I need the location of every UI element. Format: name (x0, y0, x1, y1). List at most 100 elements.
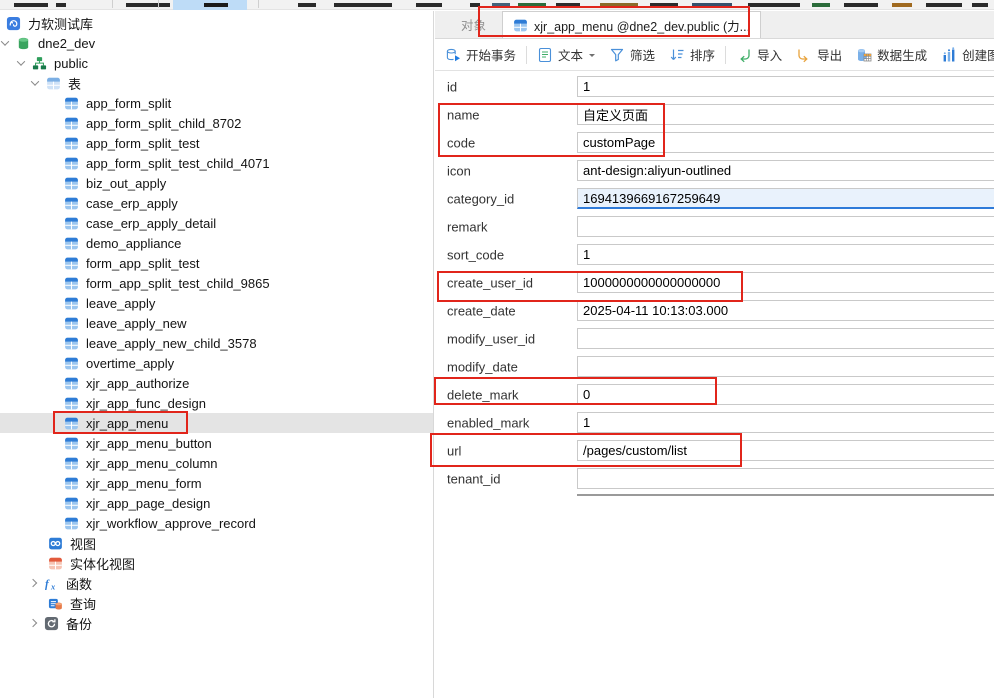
field-label: create_date (447, 304, 516, 319)
tree-views[interactable]: 视图 (0, 533, 433, 553)
tree-table-item[interactable]: xjr_app_menu_button (0, 433, 433, 453)
record-form-view: id 1 name 自定义页面 code customPage icon ant… (435, 73, 994, 496)
database-icon (16, 36, 31, 51)
field-row-tenant-id: tenant_id (435, 465, 994, 493)
toolbar-fragment (972, 3, 988, 7)
field-value-create-user-id[interactable]: 1000000000000000000 (577, 272, 994, 293)
table-icon (64, 316, 79, 331)
export-button[interactable]: 导出 (789, 42, 849, 68)
tree-table-item[interactable]: case_erp_apply_detail (0, 213, 433, 233)
field-row-code: code customPage (435, 129, 994, 157)
table-icon (64, 116, 79, 131)
toolbar-fragment (518, 3, 546, 7)
field-value-category-id[interactable]: 1694139669167259649 (577, 188, 994, 209)
tree-table-item[interactable]: leave_apply_new (0, 313, 433, 333)
table-name: leave_apply_new_child_3578 (86, 336, 257, 351)
tree-tables-folder[interactable]: 表 (0, 73, 433, 93)
field-value-tenant-id[interactable] (577, 468, 994, 489)
dropdown-caret-icon[interactable] (589, 54, 595, 60)
data-generation-button[interactable]: 数据生成 (849, 42, 934, 68)
tree-table-item[interactable]: xjr_app_page_design (0, 493, 433, 513)
sort-button[interactable]: 排序 (662, 42, 722, 68)
table-name: xjr_workflow_approve_record (86, 516, 256, 531)
create-chart-button[interactable]: 创建图表 (934, 42, 994, 68)
tree-table-item[interactable]: xjr_app_menu_column (0, 453, 433, 473)
toolbar-fragment (926, 3, 962, 7)
field-value-modify-date[interactable] (577, 356, 994, 377)
transaction-icon (445, 47, 461, 63)
toolbar-fragment (812, 3, 830, 7)
field-value-modify-user-id[interactable] (577, 328, 994, 349)
tree-functions[interactable]: 函数 (0, 573, 433, 593)
tab-active-table[interactable]: xjr_app_menu @dne2_dev.public (力... (502, 11, 761, 38)
toolbar-separator (112, 0, 113, 8)
field-value-url[interactable]: /pages/custom/list (577, 440, 994, 461)
table-name: leave_apply (86, 296, 155, 311)
field-value-create-date[interactable]: 2025-04-11 10:13:03.000 (577, 300, 994, 321)
tree-connection-label: 力软测试库 (28, 14, 93, 33)
tree-table-item[interactable]: xjr_app_menu_form (0, 473, 433, 493)
chevron-down-icon[interactable] (17, 57, 25, 65)
view-icon (48, 536, 63, 551)
tree-queries-label: 查询 (70, 594, 96, 613)
chevron-right-icon[interactable] (29, 619, 37, 627)
field-label: delete_mark (447, 388, 519, 403)
field-label: name (447, 108, 480, 123)
tree-table-item[interactable]: form_app_split_test (0, 253, 433, 273)
tree-table-item[interactable]: leave_apply (0, 293, 433, 313)
toolbar-fragment (334, 3, 392, 7)
tree-table-item[interactable]: app_form_split_child_8702 (0, 113, 433, 133)
begin-transaction-button[interactable]: 开始事务 (438, 42, 523, 68)
tree-table-item[interactable]: xjr_app_authorize (0, 373, 433, 393)
field-value-icon[interactable]: ant-design:aliyun-outlined (577, 160, 994, 181)
table-icon (64, 136, 79, 151)
tree-table-item[interactable]: overtime_apply (0, 353, 433, 373)
table-name: demo_appliance (86, 236, 181, 251)
tree-materialized-views[interactable]: 实体化视图 (0, 553, 433, 573)
table-name: app_form_split (86, 96, 171, 111)
toolbar-fragment (204, 3, 228, 7)
field-value-id[interactable]: 1 (577, 76, 994, 97)
tree-table-item[interactable]: biz_out_apply (0, 173, 433, 193)
tab-objects-label: 对象 (461, 15, 486, 34)
field-value-remark[interactable] (577, 216, 994, 237)
import-button[interactable]: 导入 (729, 42, 789, 68)
table-name: xjr_app_func_design (86, 396, 206, 411)
export-label: 导出 (817, 45, 842, 64)
tree-table-item[interactable]: app_form_split (0, 93, 433, 113)
tree-table-item[interactable]: app_form_split_test_child_4071 (0, 153, 433, 173)
tree-table-item-xjr-app-menu-selected[interactable]: xjr_app_menu (0, 413, 433, 433)
tab-objects[interactable]: 对象 (445, 11, 502, 38)
tree-table-item[interactable]: xjr_app_func_design (0, 393, 433, 413)
field-value-delete-mark[interactable]: 0 (577, 384, 994, 405)
field-value-name[interactable]: 自定义页面 (577, 104, 994, 125)
chevron-down-icon[interactable] (1, 37, 9, 45)
toolbar-fragment (126, 3, 170, 7)
field-value-sort-code[interactable]: 1 (577, 244, 994, 265)
database-tree-panel: 力软测试库 dne2_dev public 表 app_form_split a… (0, 11, 434, 698)
tree-schema[interactable]: public (0, 53, 433, 73)
tree-table-item[interactable]: form_app_split_test_child_9865 (0, 273, 433, 293)
field-value-code[interactable]: customPage (577, 132, 994, 153)
tree-queries[interactable]: 查询 (0, 593, 433, 613)
field-value-enabled-mark[interactable]: 1 (577, 412, 994, 433)
toolbar-fragment (492, 3, 510, 7)
tree-connection[interactable]: 力软测试库 (0, 13, 433, 33)
filter-funnel-icon (609, 47, 625, 63)
tree-table-item[interactable]: demo_appliance (0, 233, 433, 253)
toolbar-fragment (844, 3, 878, 7)
filter-button[interactable]: 筛选 (602, 42, 662, 68)
tree-table-item[interactable]: case_erp_apply (0, 193, 433, 213)
field-row-create-date: create_date 2025-04-11 10:13:03.000 (435, 297, 994, 325)
text-view-button[interactable]: 文本 (530, 42, 602, 68)
field-label: modify_date (447, 360, 518, 375)
chevron-right-icon[interactable] (29, 579, 37, 587)
tree-table-item[interactable]: leave_apply_new_child_3578 (0, 333, 433, 353)
chevron-down-icon[interactable] (31, 77, 39, 85)
tree-database[interactable]: dne2_dev (0, 33, 433, 53)
tree-table-item[interactable]: xjr_workflow_approve_record (0, 513, 433, 533)
data-generation-label: 数据生成 (877, 45, 927, 64)
table-icon (64, 196, 79, 211)
tree-backups[interactable]: 备份 (0, 613, 433, 633)
tree-table-item[interactable]: app_form_split_test (0, 133, 433, 153)
